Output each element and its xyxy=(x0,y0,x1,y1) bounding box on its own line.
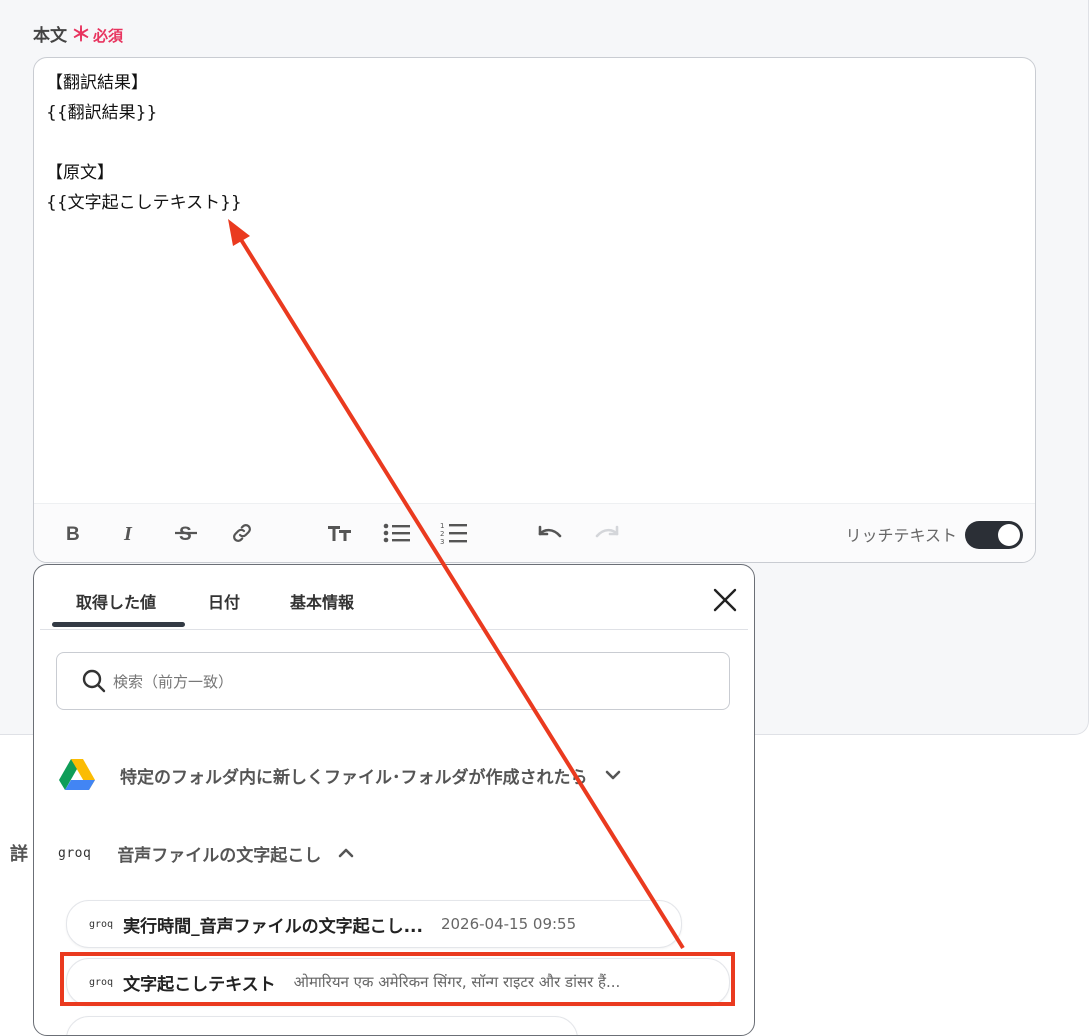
tab-basic-info[interactable]: 基本情報 xyxy=(290,589,354,613)
annotation-highlight-box xyxy=(60,952,735,1006)
required-star: ＊ xyxy=(71,22,91,46)
required-text: 必須 xyxy=(93,27,124,45)
group-groq-transcription[interactable]: groq 音声ファイルの文字起こし xyxy=(58,833,355,873)
chevron-up-icon xyxy=(339,848,354,858)
toggle-knob xyxy=(998,524,1020,546)
numbered-list-button[interactable]: 123 xyxy=(438,517,470,549)
bullet-list-icon xyxy=(383,523,410,543)
search-icon xyxy=(82,669,106,693)
popup-tabs: 取得した値 日付 基本情報 xyxy=(40,565,748,630)
strikethrough-button[interactable]: S xyxy=(170,517,202,549)
svg-text:B: B xyxy=(66,524,80,543)
search-box[interactable] xyxy=(56,652,730,710)
body-editor[interactable]: 【翻訳結果】 {{翻訳結果}} 【原文】 {{文字起こしテキスト}} B I S… xyxy=(33,57,1036,563)
item-name: 実行時間_音声ファイルの文字起こし... xyxy=(123,916,423,937)
editor-line: 【原文】 xyxy=(46,163,114,183)
link-button[interactable] xyxy=(226,517,258,549)
rich-text-toggle[interactable] xyxy=(965,521,1023,549)
italic-icon: I xyxy=(123,523,133,543)
bullet-list-button[interactable] xyxy=(381,517,413,549)
list-item-execution-time[interactable]: groq 実行時間_音声ファイルの文字起こし... 2026-04-15 09:… xyxy=(66,900,682,948)
field-label-text: 本文 xyxy=(33,26,67,46)
item-value: 2026-04-15 09:55 xyxy=(440,915,577,933)
italic-button[interactable]: I xyxy=(113,517,145,549)
list-item[interactable] xyxy=(66,1016,578,1035)
group-title: 特定のフォルダ内に新しくファイル･フォルダが作成されたら xyxy=(120,767,588,788)
undo-button[interactable] xyxy=(534,517,566,549)
text-size-button[interactable] xyxy=(324,517,356,549)
svg-text:I: I xyxy=(123,523,133,543)
bold-button[interactable]: B xyxy=(57,517,89,549)
text-size-icon xyxy=(328,526,351,541)
numbered-list-icon: 123 xyxy=(440,522,467,545)
link-icon xyxy=(233,524,251,542)
bold-icon: B xyxy=(66,524,80,543)
strikethrough-icon: S xyxy=(175,524,197,544)
close-button[interactable] xyxy=(710,585,740,615)
svg-text:3: 3 xyxy=(440,538,444,545)
field-label: 本文＊必須 xyxy=(33,18,123,47)
tab-date[interactable]: 日付 xyxy=(208,589,240,613)
group-title: 音声ファイルの文字起こし xyxy=(117,845,322,866)
redo-button[interactable] xyxy=(591,517,623,549)
tab-acquired-values[interactable]: 取得した値 xyxy=(76,589,156,613)
editor-content[interactable]: 【翻訳結果】 {{翻訳結果}} 【原文】 {{文字起こしテキスト}} xyxy=(46,68,1023,218)
group-google-drive-trigger[interactable]: 特定のフォルダ内に新しくファイル･フォルダが作成されたら xyxy=(58,755,622,795)
detail-settings-label: 詳 xyxy=(10,844,28,865)
svg-text:1: 1 xyxy=(440,522,444,530)
editor-line: 【翻訳結果】 xyxy=(46,73,148,93)
search-input[interactable] xyxy=(111,667,695,697)
undo-icon xyxy=(538,525,562,538)
editor-line: {{翻訳結果}} xyxy=(46,103,158,123)
redo-icon xyxy=(595,525,619,538)
close-icon xyxy=(713,588,737,612)
svg-text:2: 2 xyxy=(440,530,444,538)
rich-text-label: リッチテキスト xyxy=(845,526,957,545)
active-tab-indicator xyxy=(52,622,185,627)
groq-logo: groq xyxy=(89,918,114,930)
google-drive-icon xyxy=(59,759,95,790)
groq-logo: groq xyxy=(58,845,92,861)
chevron-down-icon xyxy=(605,770,620,780)
editor-toolbar: B I S 123 リッチテキスト xyxy=(34,503,1035,562)
editor-line: {{文字起こしテキスト}} xyxy=(46,193,242,213)
